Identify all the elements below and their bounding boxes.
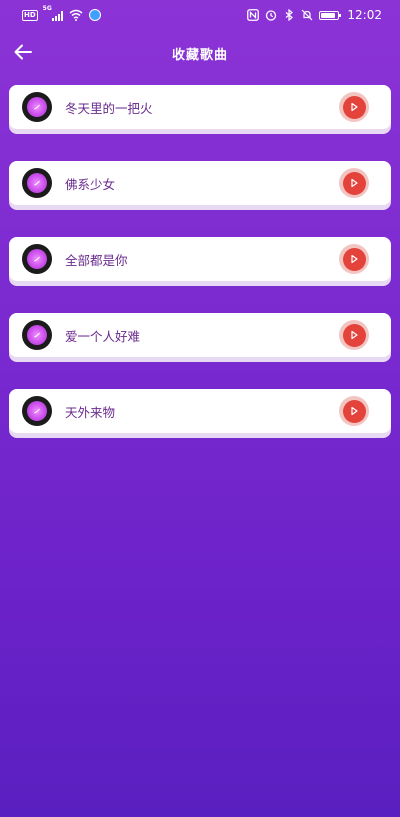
nfc-icon — [247, 9, 260, 21]
mute-bell-icon — [301, 9, 313, 21]
favorite-songs-list: 冬天里的一把火 佛系少女 全部都是你 爱一个人好难 天外来物 — [9, 85, 391, 465]
song-card[interactable]: 佛系少女 — [9, 161, 391, 205]
play-icon — [351, 330, 358, 340]
play-button[interactable] — [339, 92, 369, 122]
song-title: 天外来物 — [65, 404, 116, 420]
song-item[interactable]: 冬天里的一把火 — [9, 85, 391, 134]
song-item[interactable]: 天外来物 — [9, 389, 391, 438]
song-title: 爱一个人好难 — [65, 328, 141, 344]
vinyl-disc-icon — [22, 396, 52, 426]
wifi-icon — [69, 9, 83, 21]
song-card[interactable]: 冬天里的一把火 — [9, 85, 391, 129]
play-button[interactable] — [339, 320, 369, 350]
status-bar: HD 5G 12:02 — [0, 0, 400, 30]
hd-badge: HD — [22, 9, 38, 21]
vinyl-disc-icon — [22, 92, 52, 122]
song-title: 全部都是你 — [65, 252, 128, 268]
play-icon — [351, 254, 358, 264]
cellular-signal-icon: 5G — [43, 5, 63, 21]
play-icon — [351, 406, 358, 416]
app-notification-icon — [88, 9, 101, 21]
song-card[interactable]: 全部都是你 — [9, 237, 391, 281]
play-button[interactable] — [339, 396, 369, 426]
song-item[interactable]: 全部都是你 — [9, 237, 391, 286]
alarm-icon — [266, 10, 277, 21]
vinyl-disc-icon — [22, 244, 52, 274]
status-left: HD 5G — [22, 5, 101, 21]
battery-level — [321, 12, 335, 18]
song-item[interactable]: 佛系少女 — [9, 161, 391, 210]
song-title: 冬天里的一把火 — [65, 100, 153, 116]
vinyl-disc-icon — [22, 168, 52, 198]
play-icon — [351, 102, 358, 112]
header: 收藏歌曲 — [0, 30, 400, 76]
bluetooth-icon — [286, 9, 294, 21]
network-type-label: 5G — [42, 5, 52, 12]
song-title: 佛系少女 — [65, 176, 116, 192]
status-right: 12:02 — [247, 8, 382, 22]
song-card[interactable]: 天外来物 — [9, 389, 391, 433]
play-icon — [351, 178, 358, 188]
back-arrow-icon[interactable] — [12, 41, 34, 63]
play-button[interactable] — [339, 168, 369, 198]
page-title: 收藏歌曲 — [171, 47, 228, 63]
vinyl-disc-icon — [22, 320, 52, 350]
battery-icon — [319, 10, 342, 20]
song-card[interactable]: 爱一个人好难 — [9, 313, 391, 357]
play-button[interactable] — [339, 244, 369, 274]
song-item[interactable]: 爱一个人好难 — [9, 313, 391, 362]
status-time: 12:02 — [347, 8, 382, 22]
